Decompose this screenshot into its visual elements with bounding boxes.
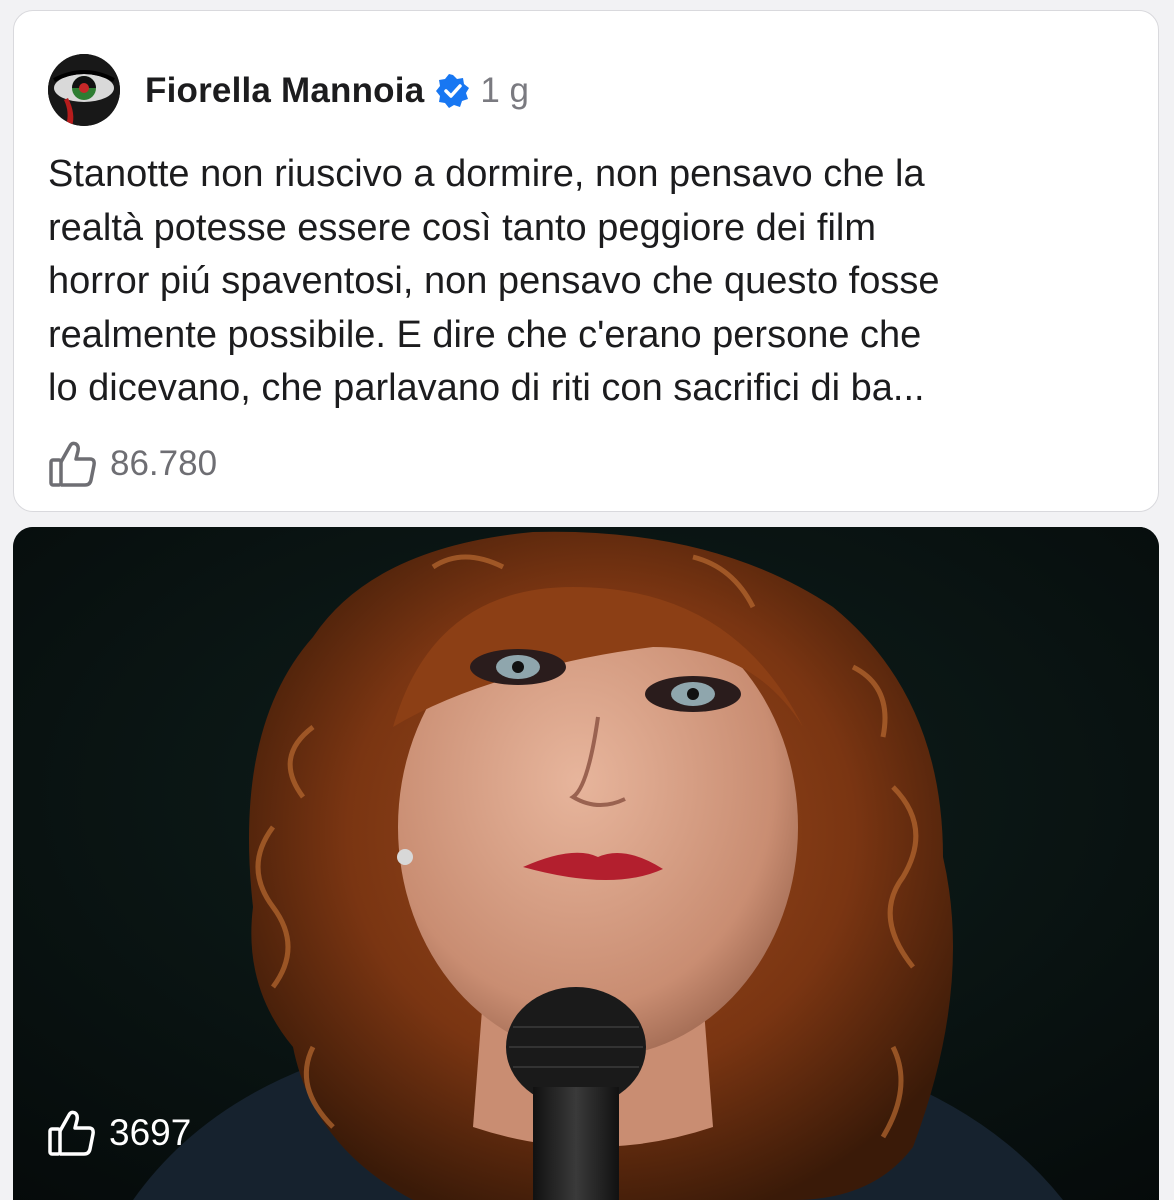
post-text-line: Stanotte non riuscivo a dormire, non pen… bbox=[48, 153, 925, 195]
post-text: Stanotte non riuscivo a dormire, non pen… bbox=[48, 148, 1143, 416]
verified-badge-icon bbox=[436, 74, 470, 108]
thumbs-up-icon bbox=[48, 440, 98, 488]
thumbs-up-icon bbox=[47, 1109, 97, 1157]
media-like-overlay[interactable]: 3697 bbox=[47, 1107, 191, 1159]
media-like-count: 3697 bbox=[109, 1112, 192, 1153]
post-text-line: realtà potesse essere così tanto peggior… bbox=[48, 206, 877, 249]
post-header: Fiorella Mannoia 1 g bbox=[145, 63, 529, 119]
singer-photo bbox=[13, 527, 1159, 1200]
author-name[interactable]: Fiorella Mannoia bbox=[145, 71, 424, 111]
media-card[interactable] bbox=[13, 527, 1159, 1200]
avatar[interactable] bbox=[48, 54, 120, 126]
post-like-button[interactable]: 86.780 bbox=[48, 439, 217, 489]
post-text-line: horror piú spaventosi, non pensavo che q… bbox=[48, 260, 940, 302]
post-text-line[interactable]: lo dicevano, che parlavano di riti con s… bbox=[48, 362, 1143, 416]
like-count: 86.780 bbox=[110, 444, 218, 483]
post-card: Fiorella Mannoia 1 g Stanotte non riusci… bbox=[13, 10, 1159, 512]
post-time[interactable]: 1 g bbox=[480, 71, 529, 111]
post-text-line: realmente possibile. E dire che c'erano … bbox=[48, 313, 922, 356]
